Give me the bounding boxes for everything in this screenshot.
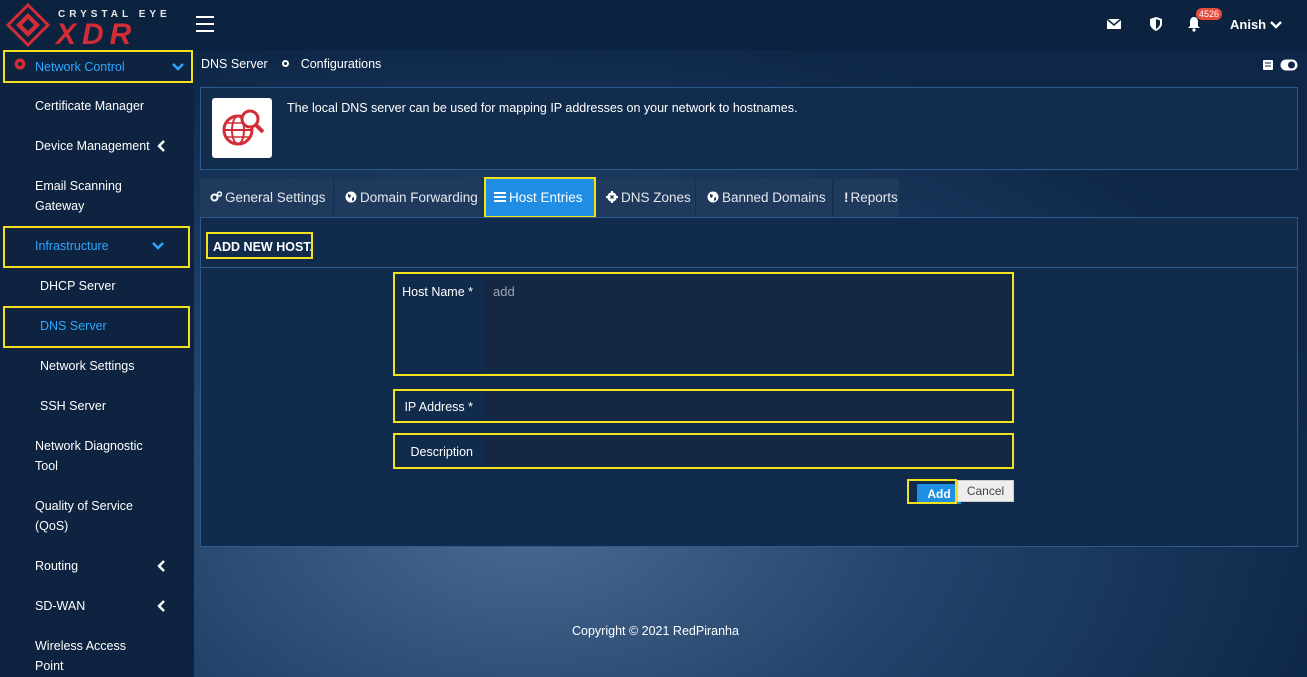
highlight-description — [393, 433, 1014, 469]
dns-globe-search-icon — [212, 98, 272, 158]
info-box: The local DNS server can be used for map… — [200, 87, 1298, 170]
menu-toggle-icon[interactable] — [196, 16, 214, 32]
breadcrumb-separator-icon — [281, 60, 289, 67]
tab-domain-forwarding[interactable]: Domain Forwarding — [335, 179, 483, 217]
sidebar-item-label: SD-WAN — [35, 599, 86, 613]
footer-copyright: Copyright © 2021 RedPiranha — [572, 624, 739, 638]
gears-icon — [210, 191, 222, 202]
highlight-host-entries-tab — [484, 177, 596, 218]
highlight-panel-title — [206, 232, 313, 259]
gear-icon — [606, 191, 618, 203]
add-host-panel: ADD NEW HOST. Host Name * IP Address * D… — [200, 217, 1298, 547]
sidebar-item-label-line2: (QoS) — [35, 519, 69, 533]
highlight-host-name — [393, 272, 1014, 376]
highlight-infrastructure — [3, 226, 190, 268]
chevron-down-icon — [1269, 21, 1282, 29]
globe-icon — [707, 191, 719, 203]
tab-label: General Settings — [225, 190, 326, 205]
main-content: DNS Server Configurations The local DNS s… — [194, 50, 1307, 677]
sidebar-item-label: SSH Server — [40, 399, 106, 413]
highlight-add-button — [907, 479, 957, 504]
shield-icon[interactable] — [1148, 16, 1164, 32]
sidebar-item-wireless-access-point[interactable]: Wireless Access Point — [0, 636, 194, 676]
toggle-icon[interactable] — [1280, 59, 1298, 71]
sidebar-item-label: Quality of Service — [35, 499, 133, 513]
sidebar-item-ssh-server[interactable]: SSH Server — [0, 396, 194, 416]
breadcrumb-item-dns-server[interactable]: DNS Server — [201, 57, 268, 71]
tab-label: Reports — [850, 190, 898, 205]
tab-dns-zones[interactable]: DNS Zones — [596, 179, 696, 217]
highlight-ip-address — [393, 389, 1014, 423]
brand-logo[interactable]: CRYSTAL EYE XDR — [6, 2, 186, 51]
sidebar-item-certificate-manager[interactable]: Certificate Manager — [0, 96, 194, 116]
sidebar-item-label-line2: Point — [35, 659, 64, 673]
tab-label: Banned Domains — [722, 190, 826, 205]
sidebar-item-label: Email Scanning — [35, 179, 122, 193]
sidebar-item-email-scanning-gateway[interactable]: Email Scanning Gateway — [0, 176, 194, 216]
sidebar-item-label: Certificate Manager — [35, 99, 145, 113]
sidebar-item-label: Network Settings — [40, 359, 135, 373]
sidebar-item-sd-wan[interactable]: SD-WAN — [0, 596, 194, 616]
globe-icon — [345, 191, 357, 203]
logo-mark-icon — [6, 3, 50, 47]
page-tools — [1260, 58, 1300, 72]
highlight-network-control — [3, 50, 193, 83]
sidebar-item-routing[interactable]: Routing — [0, 556, 194, 576]
sidebar-item-label-line2: Tool — [35, 459, 58, 473]
tab-banned-domains[interactable]: Banned Domains — [697, 179, 833, 217]
sidebar-item-device-management[interactable]: Device Management — [0, 136, 194, 156]
sidebar-item-label-line2: Gateway — [35, 199, 85, 213]
user-name: Anish — [1230, 17, 1267, 32]
panel-header: ADD NEW HOST. — [201, 218, 1297, 268]
sidebar-item-label: Wireless Access — [35, 639, 126, 653]
breadcrumb: DNS Server Configurations — [201, 57, 381, 71]
sidebar-item-network-settings[interactable]: Network Settings — [0, 356, 194, 376]
chevron-left-icon — [157, 140, 165, 152]
sidebar-item-label: Routing — [35, 559, 79, 573]
tab-label: DNS Zones — [621, 190, 691, 205]
breadcrumb-item-configurations: Configurations — [300, 57, 382, 71]
exclamation-icon: ! — [844, 190, 849, 205]
tab-label: Domain Forwarding — [360, 190, 478, 205]
notification-badge: 4526 — [1196, 8, 1223, 20]
tab-reports[interactable]: ! Reports — [834, 179, 900, 217]
logo-main-text: XDR — [56, 18, 138, 51]
sidebar-item-label: Device Management — [35, 139, 150, 153]
sidebar: Network Control Certificate Manager Devi… — [0, 50, 194, 677]
highlight-dns-server — [3, 306, 190, 348]
tab-general-settings[interactable]: General Settings — [200, 179, 334, 217]
sidebar-item-dhcp-server[interactable]: DHCP Server — [0, 276, 194, 296]
sidebar-item-label: DHCP Server — [40, 279, 116, 293]
user-menu[interactable]: Anish — [1230, 17, 1282, 32]
sidebar-item-network-diagnostic-tool[interactable]: Network Diagnostic Tool — [0, 436, 194, 476]
top-bar: CRYSTAL EYE XDR 4526 Anish — [0, 0, 1307, 51]
chevron-left-icon — [157, 560, 165, 572]
sidebar-item-qos[interactable]: Quality of Service (QoS) — [0, 496, 194, 536]
book-icon[interactable] — [1262, 59, 1274, 71]
sidebar-item-label: Network Diagnostic — [35, 439, 143, 453]
info-description: The local DNS server can be used for map… — [287, 101, 798, 115]
cancel-button[interactable]: Cancel — [957, 480, 1014, 502]
mail-icon[interactable] — [1106, 16, 1122, 32]
chevron-left-icon — [157, 600, 165, 612]
